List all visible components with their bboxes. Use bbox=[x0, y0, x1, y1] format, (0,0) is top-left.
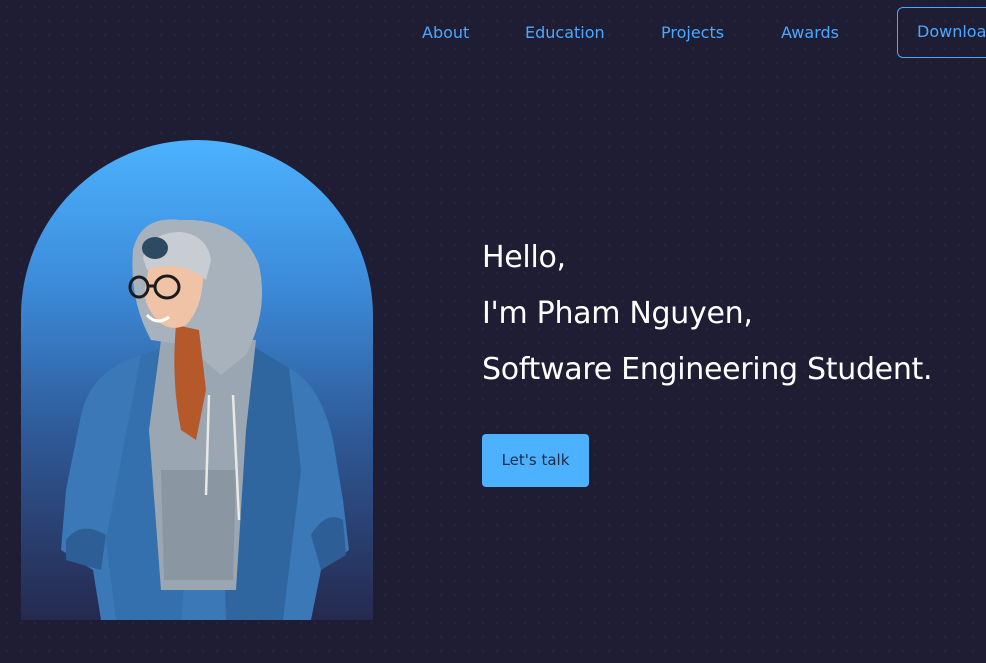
hero-section: Hello, I'm Pham Nguyen, Software Enginee… bbox=[482, 230, 933, 398]
download-cv-button[interactable]: Download CV bbox=[897, 7, 986, 58]
lets-talk-button[interactable]: Let's talk bbox=[482, 434, 589, 487]
nav-link-about[interactable]: About bbox=[422, 23, 469, 43]
profile-photo-frame bbox=[21, 140, 373, 620]
profile-photo bbox=[61, 219, 349, 620]
top-navigation: About Education Projects Awards Download… bbox=[0, 0, 986, 66]
hero-greeting: Hello, bbox=[482, 240, 566, 275]
hero-role: Software Engineering Student. bbox=[482, 352, 933, 387]
nav-link-education[interactable]: Education bbox=[525, 23, 605, 43]
nav-link-awards[interactable]: Awards bbox=[781, 23, 839, 43]
nav-link-projects[interactable]: Projects bbox=[661, 23, 724, 43]
hero-intro: I'm Pham Nguyen, bbox=[482, 296, 753, 331]
